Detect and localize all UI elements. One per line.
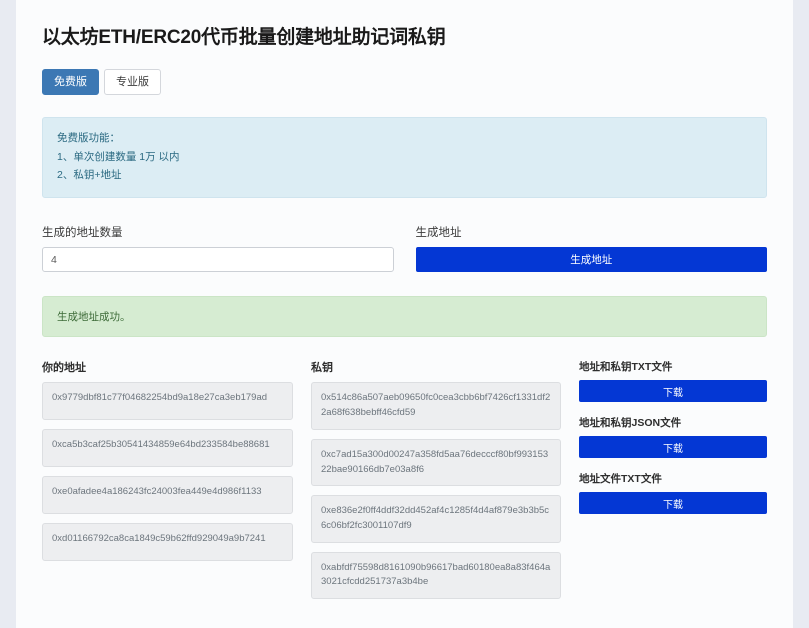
page-container: 以太坊ETH/ERC20代币批量创建地址助记词私钥 免费版 专业版 免费版功能：… bbox=[16, 0, 793, 628]
address-count-label: 生成的地址数量 bbox=[42, 227, 123, 240]
privatekey-cell[interactable]: 0xe836e2f0ff4ddf32dd452af4c1285f4d4af879… bbox=[311, 495, 561, 543]
page-title: 以太坊ETH/ERC20代币批量创建地址助记词私钥 bbox=[42, 27, 446, 48]
download-label-address-key-json: 地址和私钥JSON文件 bbox=[579, 417, 682, 430]
download-label-address-txt: 地址文件TXT文件 bbox=[579, 473, 662, 486]
tab-pro-version[interactable]: 专业版 bbox=[104, 69, 161, 96]
privatekey-column-header: 私钥 bbox=[311, 362, 333, 375]
success-alert: 生成地址成功。 bbox=[42, 296, 767, 338]
download-group-address-txt: 地址文件TXT文件 下载 bbox=[579, 471, 767, 515]
address-cell[interactable]: 0xd01166792ca8ca1849c59b62ffd929049a9b72… bbox=[42, 523, 293, 562]
download-button-address-txt[interactable]: 下载 bbox=[579, 492, 767, 515]
generate-form: 生成的地址数量 生成地址 生成地址 bbox=[42, 224, 767, 273]
download-group-txt: 地址和私钥TXT文件 下载 bbox=[579, 359, 767, 403]
download-button-address-key-json[interactable]: 下载 bbox=[579, 436, 767, 459]
address-cell[interactable]: 0xca5b3caf25b30541434859e64bd233584be886… bbox=[42, 429, 293, 468]
address-column-header: 你的地址 bbox=[42, 362, 86, 375]
address-column: 你的地址 0x9779dbf81c77f04682254bd9a18e27ca3… bbox=[42, 359, 293, 608]
generate-address-button[interactable]: 生成地址 bbox=[415, 247, 767, 273]
generate-address-group: 生成地址 生成地址 bbox=[415, 224, 767, 273]
download-label-address-key-txt: 地址和私钥TXT文件 bbox=[579, 361, 673, 374]
info-line-title: 免费版功能： bbox=[57, 132, 120, 145]
downloads-column: 地址和私钥TXT文件 下载 地址和私钥JSON文件 下载 地址文件TXT文件 下… bbox=[579, 359, 767, 608]
address-count-input[interactable] bbox=[42, 247, 394, 273]
tab-free-version[interactable]: 免费版 bbox=[42, 69, 99, 96]
privatekey-cell[interactable]: 0xabfdf75598d8161090b96617bad60180ea8a83… bbox=[311, 551, 561, 600]
info-line-1: 1、单次创建数量 1万 以内 bbox=[57, 150, 180, 163]
info-box: 免费版功能： 1、单次创建数量 1万 以内 2、私钥+地址 bbox=[42, 117, 767, 199]
download-button-address-key-txt[interactable]: 下载 bbox=[579, 380, 767, 403]
info-line-2: 2、私钥+地址 bbox=[57, 169, 122, 182]
generate-address-label: 生成地址 bbox=[415, 227, 462, 240]
address-cell[interactable]: 0xe0afadee4a186243fc24003fea449e4d986f11… bbox=[42, 476, 293, 515]
download-group-json: 地址和私钥JSON文件 下载 bbox=[579, 415, 767, 459]
version-tabs: 免费版 专业版 bbox=[42, 69, 767, 96]
address-count-group: 生成的地址数量 bbox=[42, 224, 394, 273]
privatekey-cell[interactable]: 0xc7ad15a300d00247a358fd5aa76decccf80bf9… bbox=[311, 438, 561, 487]
privatekey-cell[interactable]: 0x514c86a507aeb09650fc0cea3cbb6bf7426cf1… bbox=[311, 382, 561, 430]
privatekey-column: 私钥 0x514c86a507aeb09650fc0cea3cbb6bf7426… bbox=[311, 359, 561, 608]
results-section: 你的地址 0x9779dbf81c77f04682254bd9a18e27ca3… bbox=[42, 359, 767, 608]
address-cell[interactable]: 0x9779dbf81c77f04682254bd9a18e27ca3eb179… bbox=[42, 382, 293, 421]
success-alert-text: 生成地址成功。 bbox=[57, 311, 131, 324]
page-inner: 以太坊ETH/ERC20代币批量创建地址助记词私钥 免费版 专业版 免费版功能：… bbox=[16, 0, 793, 628]
